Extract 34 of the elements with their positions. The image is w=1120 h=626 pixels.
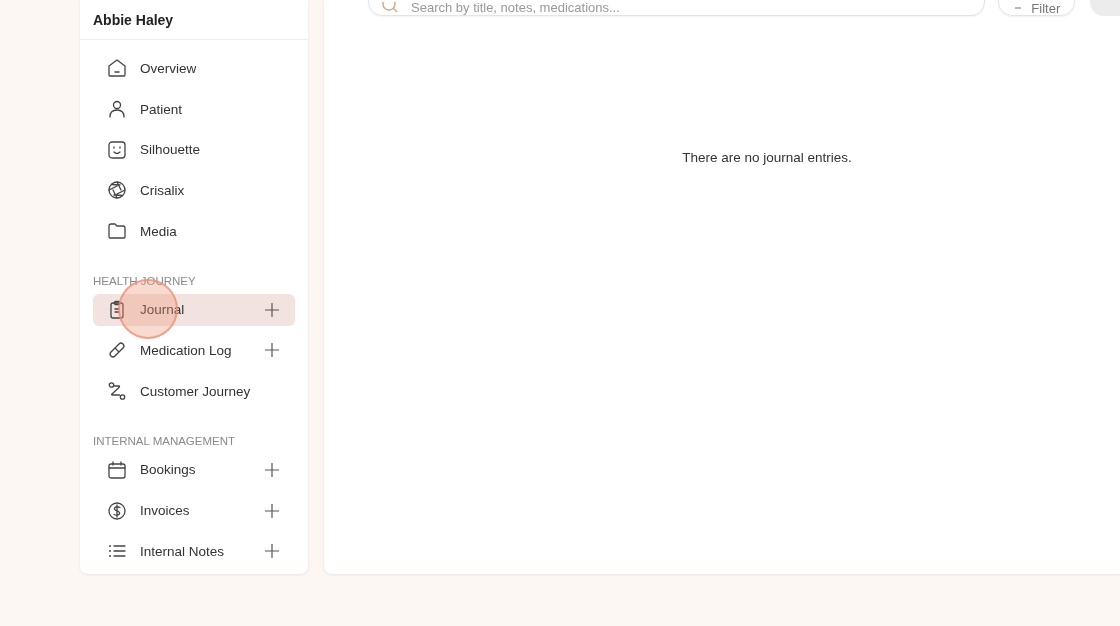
sidebar-item[interactable]: Medication Log [93, 334, 295, 367]
sidebar-item[interactable]: Patient [93, 93, 295, 126]
filter-icon [1013, 5, 1024, 11]
route-icon [107, 381, 127, 402]
sidebar-item[interactable]: Internal Notes [93, 535, 295, 568]
pill-icon [107, 340, 127, 361]
search-icon [382, 2, 398, 14]
sidebar-item[interactable]: Media [93, 215, 295, 248]
clipboard-icon [107, 299, 127, 320]
dollar-icon [107, 500, 127, 521]
sidebar-item[interactable]: Invoices [93, 494, 295, 527]
search-field[interactable]: Search by title, notes, medications... [368, 0, 986, 16]
section-heading: INTERNAL MANAGEMENT [93, 434, 237, 449]
sidebar-item[interactable]: Crisalix [93, 174, 295, 207]
plus-icon [265, 302, 279, 317]
face-icon [107, 139, 127, 160]
sidebar-item[interactable]: Overview [93, 52, 295, 85]
plus-icon [265, 343, 279, 358]
folder-icon [107, 221, 127, 242]
sidebar-item[interactable]: Bookings [93, 453, 295, 486]
sidebar-item[interactable]: Silhouette [93, 133, 295, 166]
aperture-icon [107, 180, 127, 201]
person-icon [107, 99, 127, 120]
section-heading: HEALTH JOURNEY [93, 273, 197, 289]
plus-icon [265, 503, 279, 518]
sidebar-item[interactable]: Customer Journey [93, 375, 295, 408]
patient-name: Abbie Haley [93, 11, 174, 28]
empty-message: There are no journal entries. [682, 150, 852, 165]
home-icon [107, 58, 127, 79]
plus-icon [265, 462, 279, 477]
calendar-icon [107, 459, 127, 480]
filter-button[interactable]: Filter [998, 0, 1076, 16]
sidebar-item[interactable]: Journal [93, 293, 295, 326]
plus-icon [265, 544, 279, 559]
